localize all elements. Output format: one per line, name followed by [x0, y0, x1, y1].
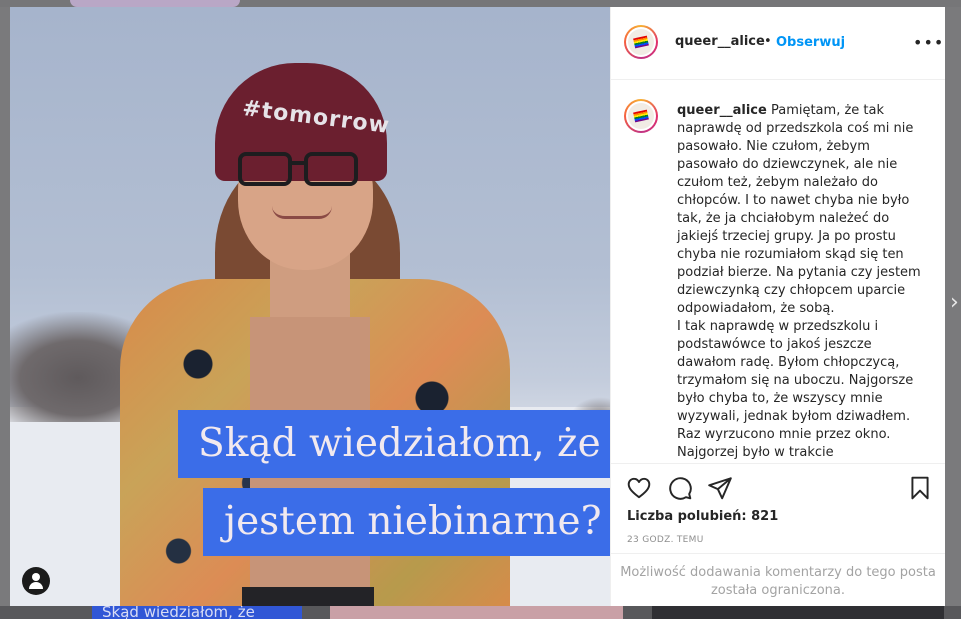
divider	[611, 553, 945, 554]
glasses	[304, 152, 358, 186]
divider	[611, 463, 945, 464]
post-timestamp[interactable]: 23 GODZ. TEMU	[627, 535, 704, 545]
username-link[interactable]: queer__alice	[675, 34, 765, 49]
backdrop-thumbnail-text: Skąd wiedziałom, że	[92, 606, 302, 619]
rainbow-flag-icon	[633, 109, 649, 123]
person-pants	[242, 587, 374, 606]
post-photo[interactable]: #tomorrow Skąd wiedziałom, że jestem nie…	[10, 7, 610, 606]
comments-disabled-notice: Możliwość dodawania komentarzy do tego p…	[620, 565, 936, 598]
post-side-panel: queer__alice • Obserwuj ••• queer__alice…	[610, 7, 945, 606]
bookmark-icon[interactable]	[907, 475, 933, 501]
backdrop-thumbnail	[70, 0, 240, 7]
tag-user-icon[interactable]	[22, 567, 50, 595]
post-caption: queer__alice Pamiętam, że tak naprawdę o…	[677, 102, 927, 462]
caption-text: Pamiętam, że tak naprawdę od przedszkola…	[677, 103, 921, 460]
heart-icon[interactable]	[626, 475, 652, 501]
post-modal: #tomorrow Skąd wiedziałom, że jestem nie…	[10, 7, 945, 606]
overlay-text-line-1: Skąd wiedziałom, że	[178, 410, 610, 478]
caption-username-link[interactable]: queer__alice	[677, 103, 767, 118]
glasses	[238, 152, 292, 186]
next-post-arrow[interactable]: ›	[950, 292, 959, 314]
rainbow-flag-icon	[633, 35, 649, 49]
share-icon[interactable]	[707, 475, 733, 501]
comment-icon[interactable]	[667, 475, 693, 501]
caption-avatar[interactable]	[624, 99, 658, 133]
avatar[interactable]	[624, 25, 658, 59]
backdrop-thumbnail	[652, 606, 944, 619]
person-mouth	[272, 206, 332, 219]
more-icon[interactable]: •••	[913, 33, 944, 52]
likes-count[interactable]: Liczba polubień: 821	[627, 509, 778, 524]
backdrop-thumbnail	[330, 606, 623, 619]
separator-dot: •	[764, 34, 772, 49]
post-header: queer__alice • Obserwuj •••	[611, 7, 945, 80]
overlay-text-line-2: jestem niebinarne?	[203, 488, 610, 556]
glasses	[290, 161, 306, 165]
follow-button[interactable]: Obserwuj	[776, 35, 845, 50]
